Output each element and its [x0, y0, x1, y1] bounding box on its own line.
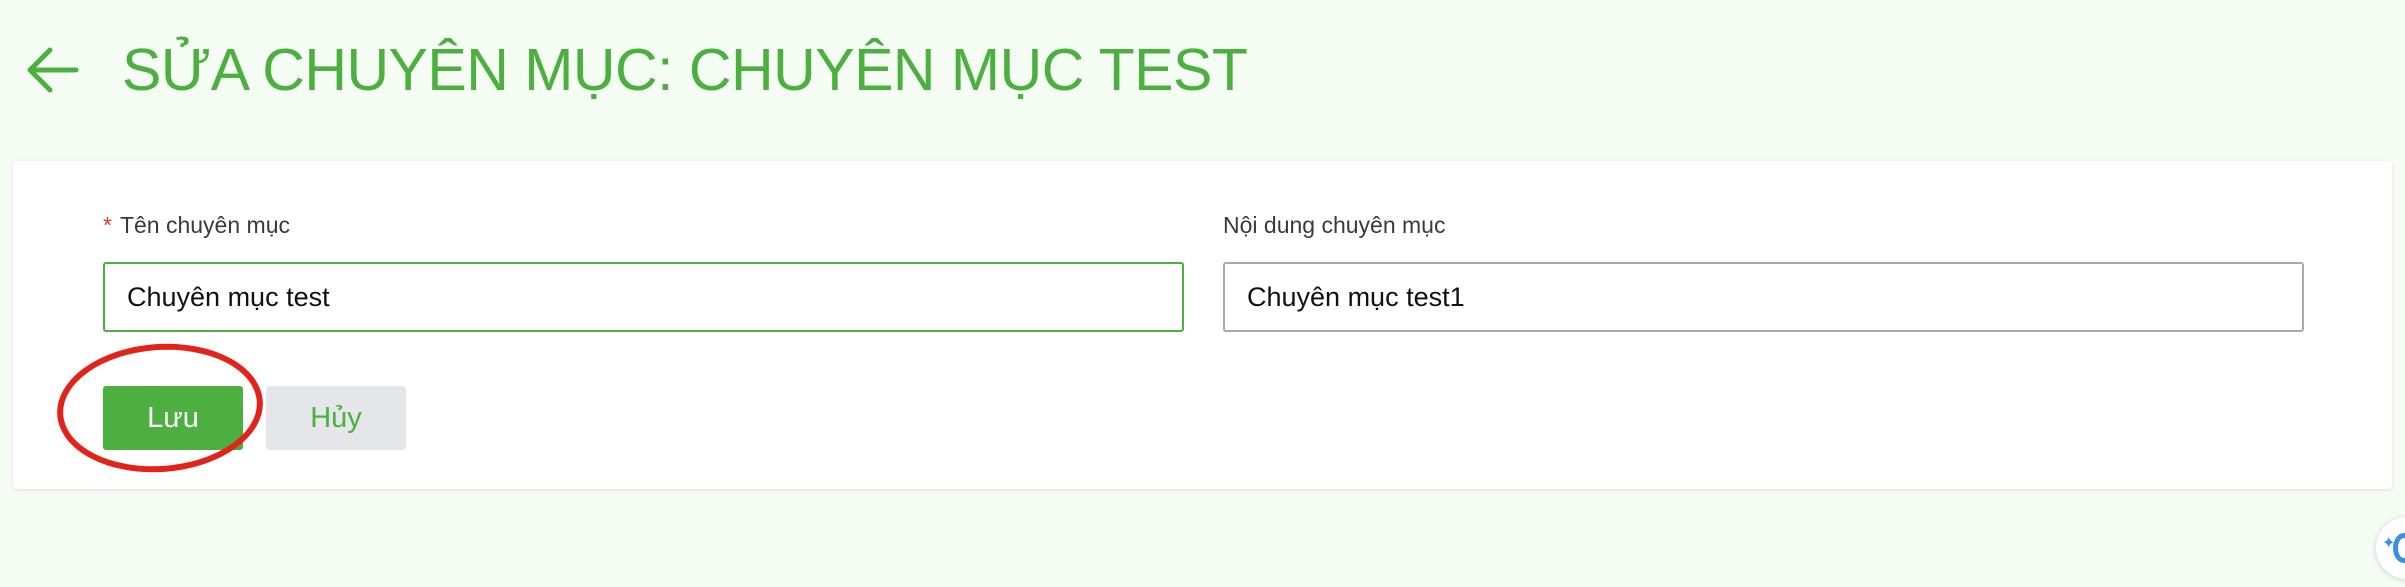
category-name-label: * Tên chuyên mục	[103, 211, 290, 239]
category-content-label: Nội dung chuyên mục	[1223, 212, 1446, 238]
assistant-icon[interactable]: ✦	[2376, 517, 2405, 579]
category-name-label-text: Tên chuyên mục	[119, 212, 290, 238]
assistant-orb-icon	[2393, 533, 2405, 563]
page-header: SỬA CHUYÊN MỤC: CHUYÊN MỤC TEST	[0, 0, 2405, 140]
category-content-input[interactable]	[1223, 262, 2304, 332]
required-mark: *	[103, 212, 112, 238]
page-title: SỬA CHUYÊN MỤC: CHUYÊN MỤC TEST	[122, 37, 1248, 103]
arrow-left-icon[interactable]	[22, 40, 82, 100]
save-button[interactable]: Lưu	[103, 386, 243, 450]
edit-category-form: *Tên chuyên mục Nội dung chuyên mục Lưu …	[13, 161, 2392, 489]
category-name-input[interactable]	[103, 262, 1184, 332]
cancel-button[interactable]: Hủy	[266, 386, 406, 450]
